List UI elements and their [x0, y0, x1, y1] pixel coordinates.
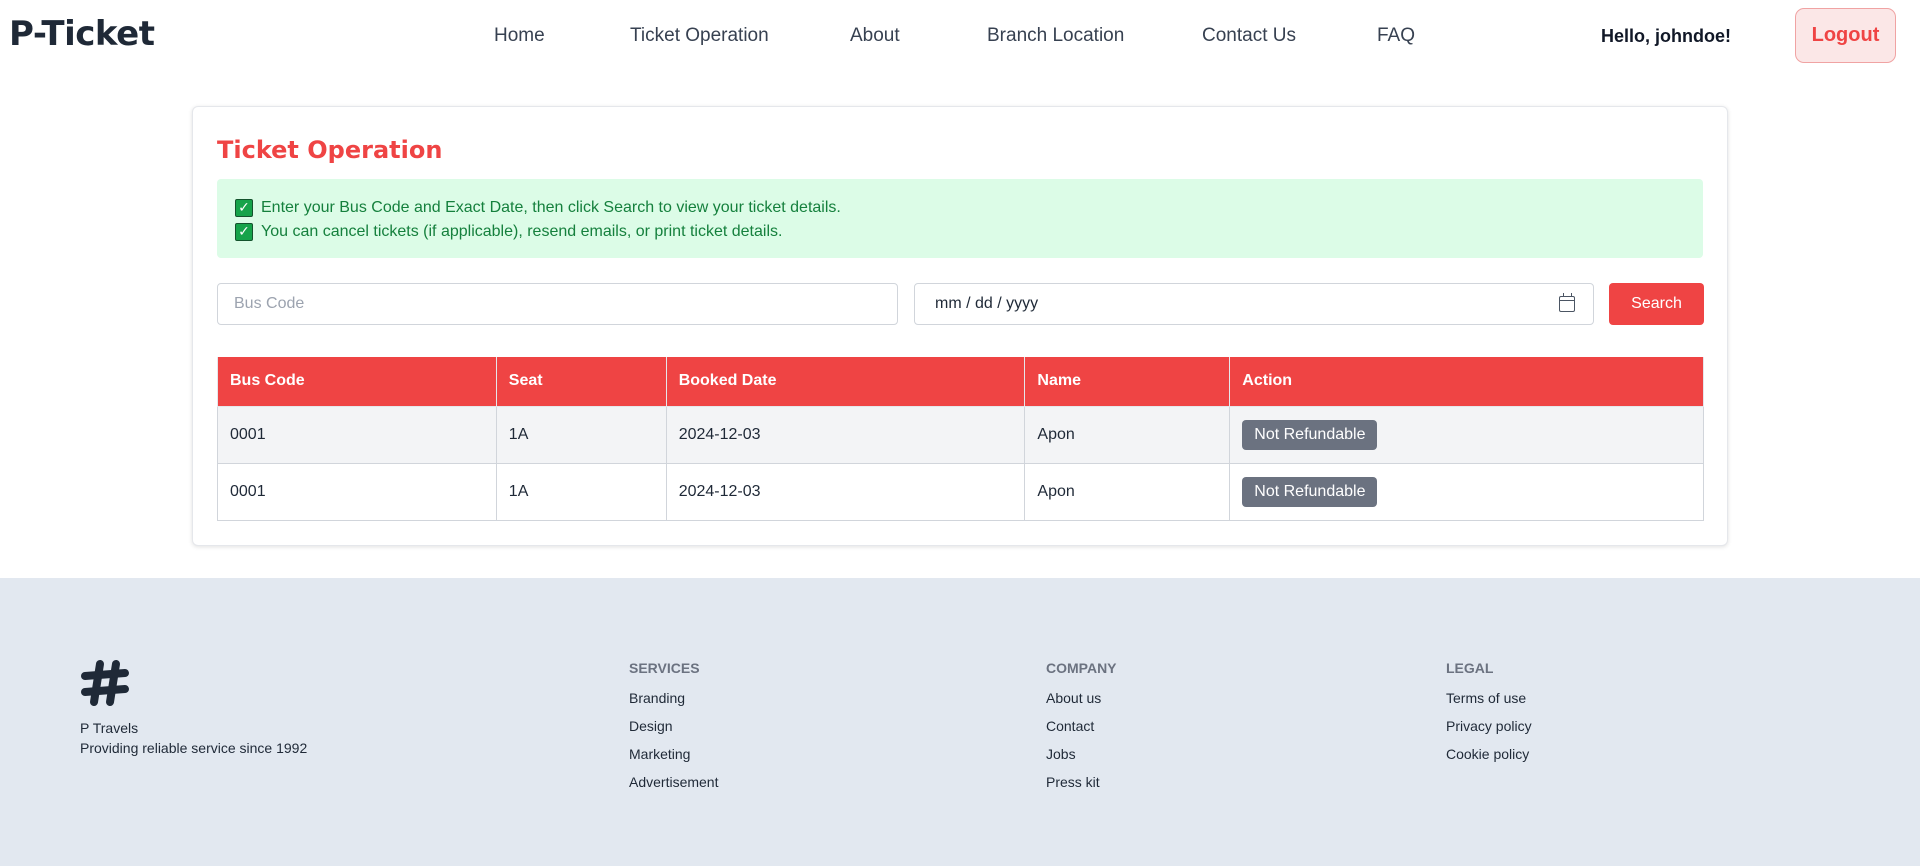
- footer-link-branding[interactable]: Branding: [629, 690, 718, 718]
- column-header: Bus Code: [217, 357, 497, 407]
- company-tagline: Providing reliable service since 1992: [80, 740, 308, 756]
- user-greeting: Hello, johndoe!: [1601, 26, 1731, 46]
- footer-link-cookie[interactable]: Cookie policy: [1446, 746, 1532, 774]
- footer-brand: P Travels Providing reliable service sin…: [80, 718, 307, 758]
- column-header: Action: [1229, 357, 1704, 407]
- info-notice: ✓ Enter your Bus Code and Exact Date, th…: [217, 179, 1703, 258]
- not-refundable-badge[interactable]: Not Refundable: [1242, 419, 1378, 450]
- notice-line: ✓ Enter your Bus Code and Exact Date, th…: [235, 196, 1685, 220]
- column-header: Booked Date: [665, 357, 1026, 407]
- bus-code-cell: 0001: [217, 462, 497, 521]
- bus-code-input[interactable]: Bus Code: [217, 283, 898, 325]
- page-title: Ticket Operation: [217, 136, 443, 164]
- bus-code-cell: 0001: [217, 405, 497, 464]
- nav-about[interactable]: About: [850, 25, 900, 47]
- booked-date-cell: 2024-12-03: [665, 462, 1026, 521]
- nav-contact-us[interactable]: Contact Us: [1202, 25, 1296, 47]
- footer-link-about[interactable]: About us: [1046, 690, 1117, 718]
- footer-link-marketing[interactable]: Marketing: [629, 746, 718, 774]
- seat-cell: 1A: [495, 462, 667, 521]
- name-cell: Apon: [1024, 405, 1231, 464]
- ticket-table: Bus Code Seat Booked Date Name Action 00…: [217, 357, 1704, 521]
- notice-text: You can cancel tickets (if applicable), …: [261, 223, 783, 240]
- company-name: P Travels: [80, 720, 139, 736]
- footer-link-terms[interactable]: Terms of use: [1446, 690, 1532, 718]
- hash-logo-icon: [81, 660, 129, 706]
- site-header: P-Ticket Home Ticket Operation About Bra…: [0, 0, 1920, 75]
- footer-company: COMPANY About us Contact Jobs Press kit: [1046, 660, 1117, 802]
- nav-faq[interactable]: FAQ: [1377, 25, 1415, 47]
- action-cell: Not Refundable: [1229, 462, 1704, 521]
- footer-legal: LEGAL Terms of use Privacy policy Cookie…: [1446, 660, 1532, 774]
- nav-ticket-operation[interactable]: Ticket Operation: [630, 25, 769, 47]
- date-placeholder: mm / dd / yyyy: [935, 295, 1039, 312]
- action-cell: Not Refundable: [1229, 405, 1704, 464]
- footer-heading: LEGAL: [1446, 660, 1494, 676]
- check-box-icon: ✓: [235, 223, 253, 241]
- footer-link-contact[interactable]: Contact: [1046, 718, 1117, 746]
- footer-link-privacy[interactable]: Privacy policy: [1446, 718, 1532, 746]
- site-footer: P Travels Providing reliable service sin…: [0, 578, 1920, 866]
- date-input[interactable]: mm / dd / yyyy: [914, 283, 1594, 325]
- booked-date-cell: 2024-12-03: [665, 405, 1026, 464]
- nav-home[interactable]: Home: [494, 25, 545, 47]
- footer-heading: COMPANY: [1046, 660, 1117, 676]
- column-header: Name: [1024, 357, 1231, 407]
- seat-cell: 1A: [495, 405, 667, 464]
- footer-heading: SERVICES: [629, 660, 700, 676]
- table-row: 0001 1A 2024-12-03 Apon Not Refundable: [217, 462, 1704, 521]
- check-box-icon: ✓: [235, 199, 253, 217]
- not-refundable-badge[interactable]: Not Refundable: [1242, 476, 1378, 507]
- column-header: Seat: [495, 357, 667, 407]
- table-row: 0001 1A 2024-12-03 Apon Not Refundable: [217, 405, 1704, 464]
- footer-link-press-kit[interactable]: Press kit: [1046, 774, 1117, 802]
- table-header-row: Bus Code Seat Booked Date Name Action: [217, 357, 1704, 407]
- footer-link-jobs[interactable]: Jobs: [1046, 746, 1117, 774]
- ticket-operation-card: Ticket Operation ✓ Enter your Bus Code a…: [192, 106, 1728, 546]
- footer-services: SERVICES Branding Design Marketing Adver…: [629, 660, 718, 802]
- footer-link-design[interactable]: Design: [629, 718, 718, 746]
- footer-link-advertisement[interactable]: Advertisement: [629, 774, 718, 802]
- notice-text: Enter your Bus Code and Exact Date, then…: [261, 199, 841, 216]
- bus-code-placeholder: Bus Code: [234, 295, 305, 312]
- search-button[interactable]: Search: [1609, 283, 1704, 325]
- nav-branch-location[interactable]: Branch Location: [987, 25, 1124, 47]
- notice-line: ✓ You can cancel tickets (if applicable)…: [235, 220, 1685, 244]
- logout-button[interactable]: Logout: [1795, 8, 1896, 63]
- calendar-icon[interactable]: [1559, 293, 1575, 312]
- name-cell: Apon: [1024, 462, 1231, 521]
